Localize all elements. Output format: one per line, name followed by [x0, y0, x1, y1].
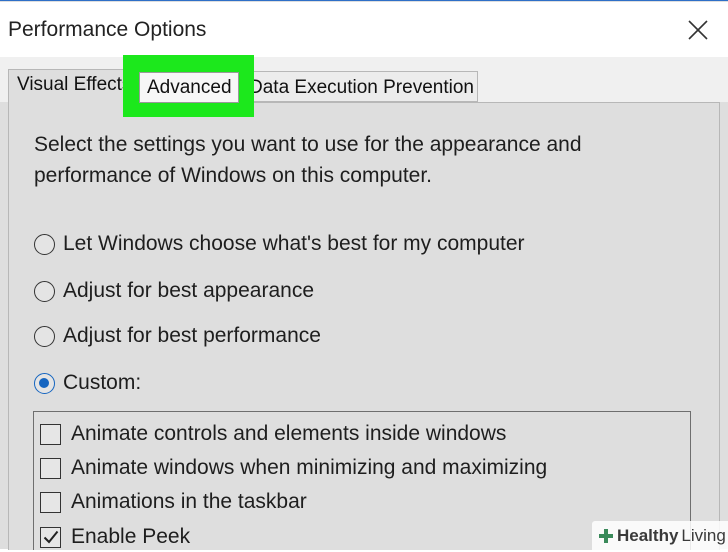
- radio-best-performance[interactable]: Adjust for best performance: [34, 321, 321, 351]
- watermark-brand: Healthy: [617, 525, 679, 545]
- radio-button[interactable]: [34, 233, 55, 255]
- radio-button-selected[interactable]: [34, 372, 55, 394]
- checkbox-label: Animations in the taskbar: [71, 490, 307, 513]
- close-icon: [688, 20, 708, 40]
- checkbox-label: Animate controls and elements inside win…: [71, 422, 507, 445]
- checkbox-checked[interactable]: [40, 526, 61, 548]
- checkbox-label: Animate windows when minimizing and maxi…: [71, 456, 548, 479]
- plus-icon: [599, 528, 613, 543]
- checkbox[interactable]: [40, 491, 61, 513]
- radio-label: Custom:: [63, 371, 142, 394]
- tab-dep-label: Data Execution Prevention: [249, 77, 474, 98]
- checkbox[interactable]: [40, 423, 61, 445]
- performance-options-window: Performance Options Visual Effects Data …: [0, 0, 728, 552]
- checkbox-taskbar-animations[interactable]: Animations in the taskbar: [40, 487, 307, 517]
- settings-description: Select the settings you want to use for …: [34, 133, 582, 187]
- healthy-living-watermark: Healthy Living: [592, 521, 728, 550]
- checkbox-animate-controls[interactable]: Animate controls and elements inside win…: [40, 419, 506, 449]
- tab-visual-effects[interactable]: Visual Effects: [8, 69, 130, 103]
- radio-label: Adjust for best appearance: [63, 279, 314, 302]
- tab-data-execution-prevention[interactable]: Data Execution Prevention: [240, 71, 478, 102]
- title-bar: Performance Options: [0, 2, 728, 57]
- radio-custom[interactable]: Custom:: [34, 368, 141, 398]
- checkbox-animate-windows[interactable]: Animate windows when minimizing and maxi…: [40, 453, 547, 483]
- checkbox-label: Enable Peek: [71, 525, 191, 548]
- watermark-suffix: Living: [681, 525, 726, 545]
- checkbox-enable-peek[interactable]: Enable Peek: [40, 522, 190, 552]
- radio-best-appearance[interactable]: Adjust for best appearance: [34, 276, 314, 306]
- radio-button[interactable]: [34, 325, 55, 347]
- close-button[interactable]: [676, 10, 720, 50]
- radio-button[interactable]: [34, 280, 55, 302]
- tab-advanced-label: Advanced: [147, 77, 232, 98]
- window-title: Performance Options: [8, 18, 207, 41]
- radio-let-windows-choose[interactable]: Let Windows choose what's best for my co…: [34, 229, 525, 259]
- tab-visual-effects-label: Visual Effects: [17, 74, 130, 95]
- checkbox[interactable]: [40, 457, 61, 479]
- tab-advanced[interactable]: Advanced: [139, 72, 239, 103]
- radio-label: Let Windows choose what's best for my co…: [63, 232, 525, 255]
- radio-label: Adjust for best performance: [63, 324, 321, 347]
- checkmark-icon: [43, 530, 58, 544]
